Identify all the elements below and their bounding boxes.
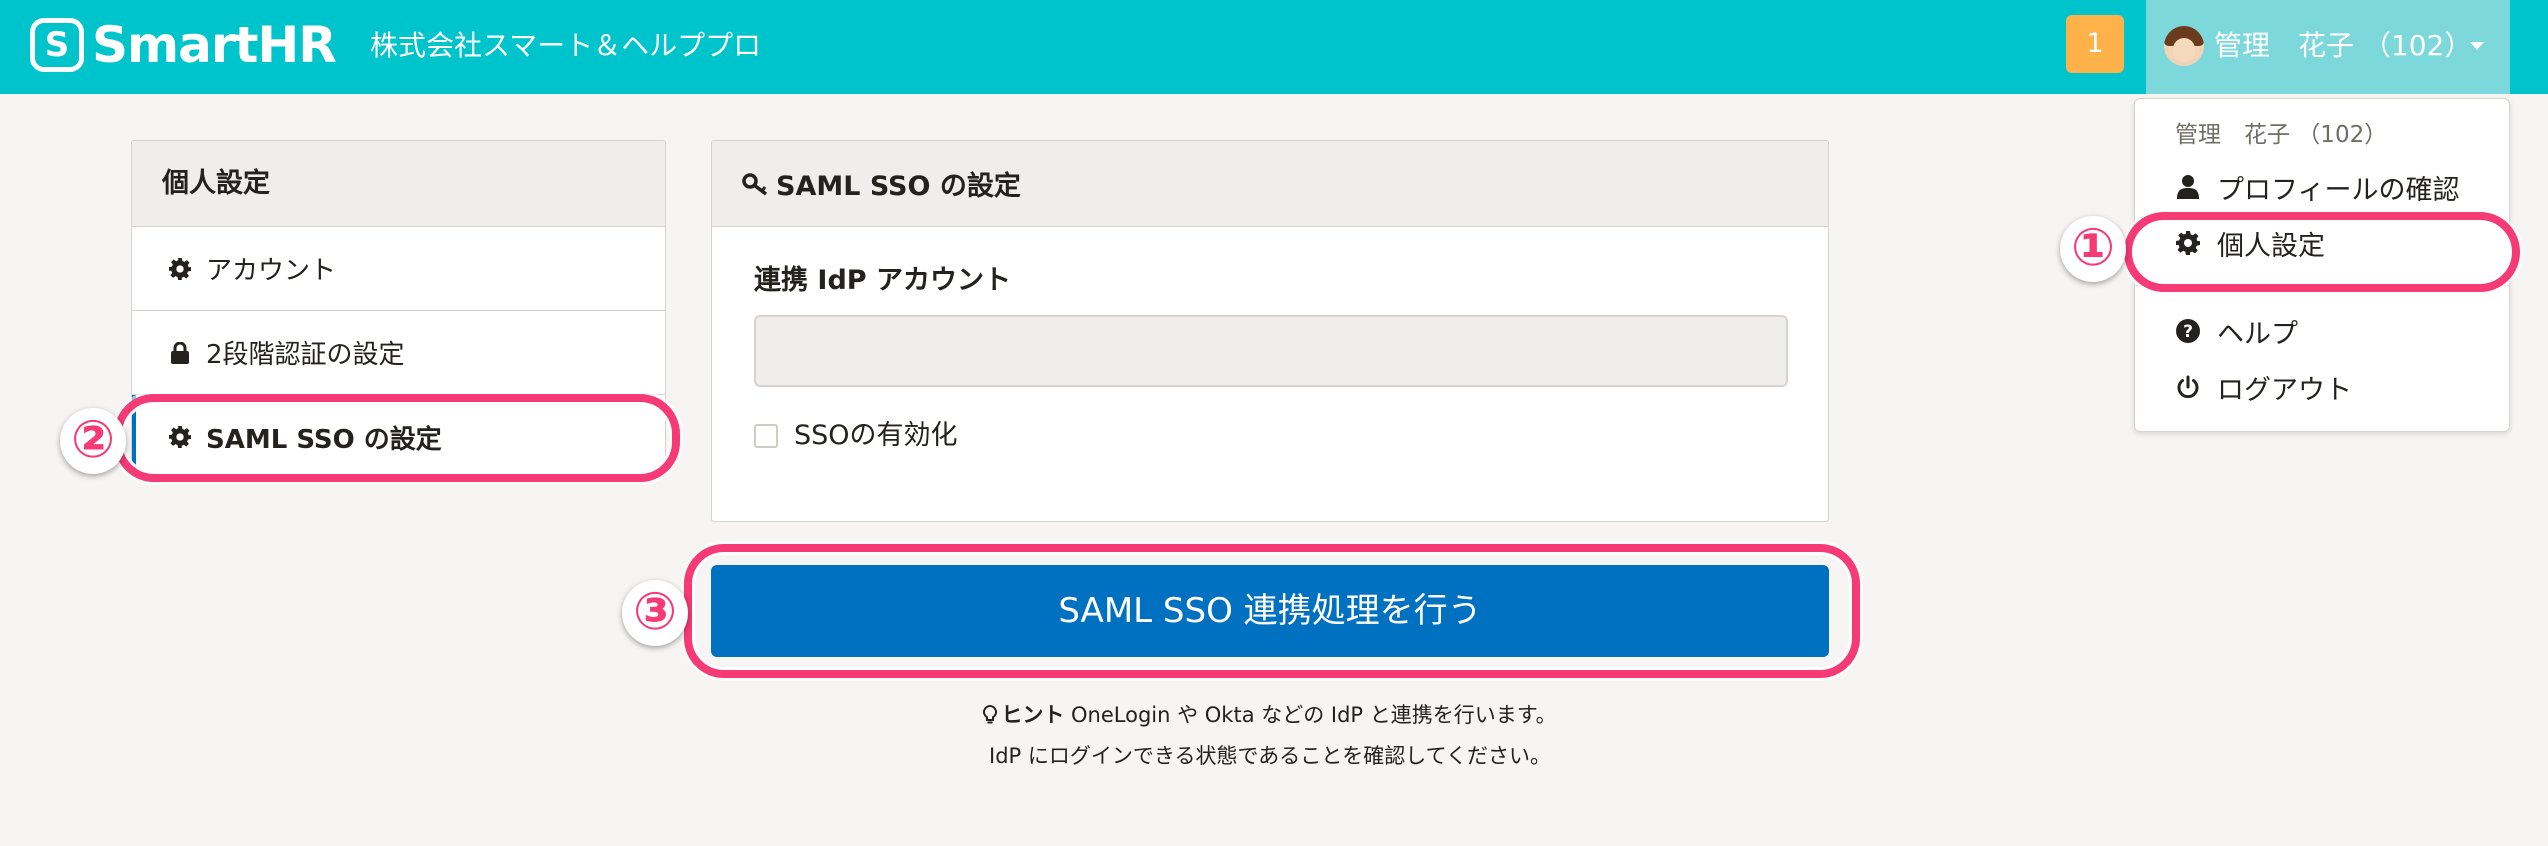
saml-sso-settings-panel: SAML SSO の設定 連携 IdP アカウント SSOの有効化	[711, 140, 1829, 522]
sidebar-item-account[interactable]: アカウント	[132, 227, 665, 311]
app-logo[interactable]: SmartHR	[92, 14, 337, 76]
highlight-connect-button	[684, 544, 1860, 678]
highlight-saml-sso-menu	[114, 394, 680, 482]
lock-icon	[168, 341, 192, 365]
smarthr-logo-icon[interactable]: S	[30, 18, 84, 72]
highlight-personal-settings	[2124, 212, 2520, 292]
step-2-badge: ②	[60, 408, 126, 474]
sso-enable-checkbox[interactable]	[754, 424, 778, 448]
chevron-down-icon	[2470, 42, 2484, 50]
dropdown-header: 管理 花子 （102）	[2175, 122, 2388, 148]
user-menu-button[interactable]: 管理 花子 （102）	[2146, 0, 2510, 94]
gear-icon	[168, 257, 192, 281]
step-3-badge: ③	[622, 580, 688, 646]
sidebar-title: 個人設定	[132, 141, 665, 227]
question-circle-icon: ?	[2175, 318, 2201, 344]
avatar	[2164, 26, 2204, 66]
power-icon	[2175, 374, 2201, 400]
user-name: 管理 花子 （102）	[2214, 29, 2473, 62]
notification-badge[interactable]: 1	[2066, 15, 2124, 73]
hint-label: ヒント	[1001, 703, 1065, 727]
hint-line-1: OneLogin や Okta などの IdP と連携を行います。	[1064, 703, 1557, 727]
sso-enable-label[interactable]: SSOの有効化	[794, 417, 958, 455]
menu-item-profile[interactable]: プロフィールの確認	[2175, 167, 2459, 207]
panel-title: SAML SSO の設定	[776, 171, 1021, 202]
app-header: S SmartHR 株式会社スマート＆ヘルププロ 1 管理 花子 （102）	[0, 0, 2548, 94]
idp-account-label: 連携 IdP アカウント	[754, 265, 1011, 296]
menu-item-help[interactable]: ? ヘルプ	[2175, 311, 2298, 351]
step-1-badge: ①	[2060, 216, 2126, 282]
panel-header: SAML SSO の設定	[712, 141, 1828, 227]
key-icon	[742, 170, 770, 198]
user-icon	[2175, 174, 2201, 200]
company-name: 株式会社スマート＆ヘルププロ	[370, 29, 762, 62]
idp-account-field[interactable]	[754, 315, 1788, 387]
lightbulb-icon	[983, 699, 998, 737]
menu-item-logout[interactable]: ログアウト	[2175, 367, 2352, 407]
svg-text:?: ?	[2183, 322, 2193, 342]
sidebar-item-two-factor[interactable]: 2段階認証の設定	[132, 311, 665, 395]
hint-line-2: IdP にログインできる状態であることを確認してください。	[989, 744, 1551, 768]
hint-text: ヒント OneLogin や Okta などの IdP と連携を行います。 Id…	[711, 696, 1829, 775]
